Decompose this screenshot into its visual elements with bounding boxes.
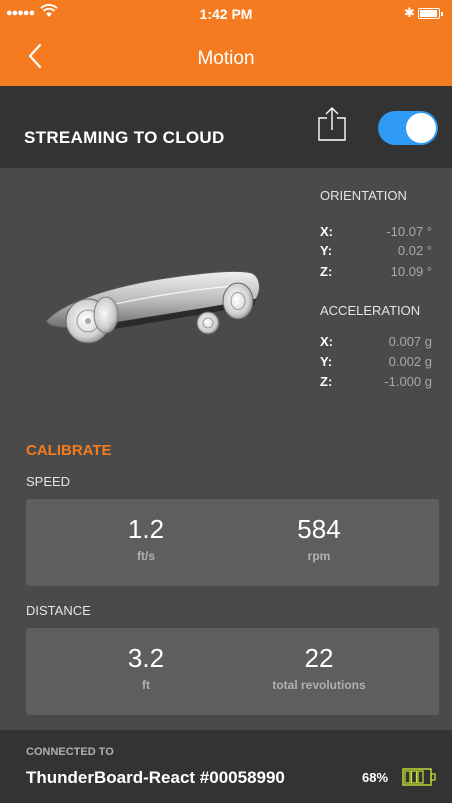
streaming-label: STREAMING TO CLOUD [24,128,225,147]
orientation-row-x: X: -10.07 ° [320,224,432,240]
speed-label: SPEED [26,474,71,489]
axis-label: Z: [320,264,333,279]
acceleration-y-value: 0.002 g [388,354,432,369]
device-name: ThunderBoard-React #00058990 [26,768,285,787]
streaming-bar: STREAMING TO CLOUD [0,86,452,168]
battery-cell [417,770,424,784]
orientation-x-value: -10.07 ° [386,224,432,239]
acceleration-heading: ACCELERATION [320,303,421,318]
distance-unit: ft [142,678,150,692]
revolutions-value: 22 [304,643,334,673]
rpm-unit: rpm [307,549,331,563]
axis-label: Y: [320,354,333,369]
speed-value: 1.2 [127,514,165,544]
speed-card: 1.2 ft/s 584 rpm [26,499,439,586]
distance-label: DISTANCE [26,603,91,618]
axis-label: Y: [320,243,333,258]
car-illustration [45,270,260,344]
speed-metric: 1.2 ft/s [71,513,221,563]
distance-card: 3.2 ft 22 total revolutions [26,628,439,715]
share-icon[interactable] [317,106,347,142]
distance-value: 3.2 [127,643,165,673]
toggle-knob [406,113,436,143]
rpm-metric: 584 rpm [244,513,394,563]
battery-cell [404,770,411,784]
status-time: 1:42 PM [199,6,253,22]
orientation-row-z: Z: 10.09 ° [320,264,432,280]
axis-label: X: [320,224,333,239]
connection-footer: CONNECTED TO ThunderBoard-React #0005899… [0,730,452,803]
revolutions-metric: 22 total revolutions [244,642,394,692]
revolutions-unit: total revolutions [272,678,366,692]
acceleration-z-value: -1.000 g [384,374,432,389]
acceleration-x-value: 0.007 g [388,334,432,349]
battery-level-icon [402,768,436,786]
status-bar: ●●●●● 1:42 PM ✱ [0,0,452,28]
acceleration-row-x: X: 0.007 g [320,334,432,350]
calibrate-link[interactable]: CALIBRATE [26,442,112,459]
rpm-value: 584 [297,514,341,544]
orientation-row-y: Y: 0.02 ° [320,243,432,259]
orientation-y-value: 0.02 ° [397,243,432,258]
bluetooth-icon: ✱ [404,5,415,20]
orientation-heading: ORIENTATION [320,188,407,203]
battery-percent: 68% [362,770,389,785]
connected-to-label: CONNECTED TO [26,746,114,758]
status-battery-icon [418,8,443,19]
acceleration-row-y: Y: 0.002 g [320,354,432,370]
nav-bar: Motion [0,28,452,86]
streaming-toggle[interactable] [378,111,438,145]
axis-label: Z: [320,374,333,389]
distance-metric: 3.2 ft [71,642,221,692]
page-title: Motion [197,48,255,69]
battery-cell [410,770,418,784]
acceleration-row-z: Z: -1.000 g [320,374,432,390]
axis-label: X: [320,334,333,349]
orientation-z-value: 10.09 ° [390,264,432,279]
speed-unit: ft/s [137,549,155,563]
